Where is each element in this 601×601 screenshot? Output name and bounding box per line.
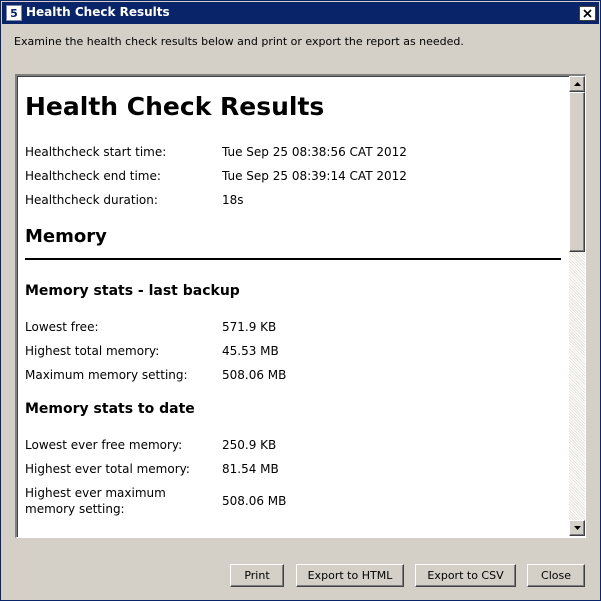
scroll-up-arrow-icon: [573, 82, 581, 86]
scroll-down-arrow-icon: [573, 526, 581, 530]
scroll-up-button[interactable]: [569, 76, 585, 92]
close-window-button[interactable]: [579, 6, 596, 21]
stat-label: Highest total memory:: [25, 344, 160, 358]
section-divider: [25, 258, 561, 260]
stat-label: Lowest free:: [25, 320, 99, 334]
scroll-down-button[interactable]: [569, 520, 585, 536]
summary-value: Tue Sep 25 08:39:14 CAT 2012: [222, 169, 407, 183]
report-title: Health Check Results: [25, 92, 325, 121]
stat-value: 250.9 KB: [222, 438, 277, 452]
close-icon: [583, 9, 592, 18]
subsection-heading-to-date: Memory stats to date: [25, 401, 195, 417]
summary-label: Healthcheck start time:: [25, 145, 167, 159]
stat-value: 45.53 MB: [222, 344, 279, 358]
summary-label: Healthcheck duration:: [25, 193, 158, 207]
vertical-scrollbar[interactable]: [569, 76, 585, 536]
close-button[interactable]: Close: [527, 564, 585, 587]
stat-label: Maximum memory setting:: [25, 368, 188, 382]
health-check-dialog: 5 Health Check Results Examine the healt…: [0, 0, 601, 601]
summary-label: Healthcheck end time:: [25, 169, 161, 183]
print-button[interactable]: Print: [230, 564, 284, 587]
stat-value: 81.54 MB: [222, 462, 279, 476]
report-view[interactable]: Health Check Results Healthcheck start t…: [15, 74, 586, 538]
title-bar[interactable]: 5 Health Check Results: [2, 2, 599, 24]
window-title: Health Check Results: [26, 5, 170, 19]
export-html-button[interactable]: Export to HTML: [296, 564, 404, 587]
summary-value: Tue Sep 25 08:38:56 CAT 2012: [222, 145, 407, 159]
stat-value: 571.9 KB: [222, 320, 277, 334]
stat-label: Lowest ever free memory:: [25, 438, 183, 452]
report-content: Health Check Results Healthcheck start t…: [25, 76, 569, 536]
scroll-thumb[interactable]: [569, 92, 585, 252]
stat-value: 508.06 MB: [222, 368, 287, 382]
stat-value: 508.06 MB: [222, 494, 287, 508]
stat-label: Highest ever total memory:: [25, 462, 190, 476]
stat-label: Highest ever maximum memory setting:: [25, 486, 166, 516]
app-icon: 5: [6, 5, 22, 21]
subsection-heading-last-backup: Memory stats - last backup: [25, 283, 240, 299]
instructions-text: Examine the health check results below a…: [14, 35, 464, 48]
section-heading-memory: Memory: [25, 226, 107, 247]
summary-value: 18s: [222, 193, 244, 207]
export-csv-button[interactable]: Export to CSV: [415, 564, 516, 587]
